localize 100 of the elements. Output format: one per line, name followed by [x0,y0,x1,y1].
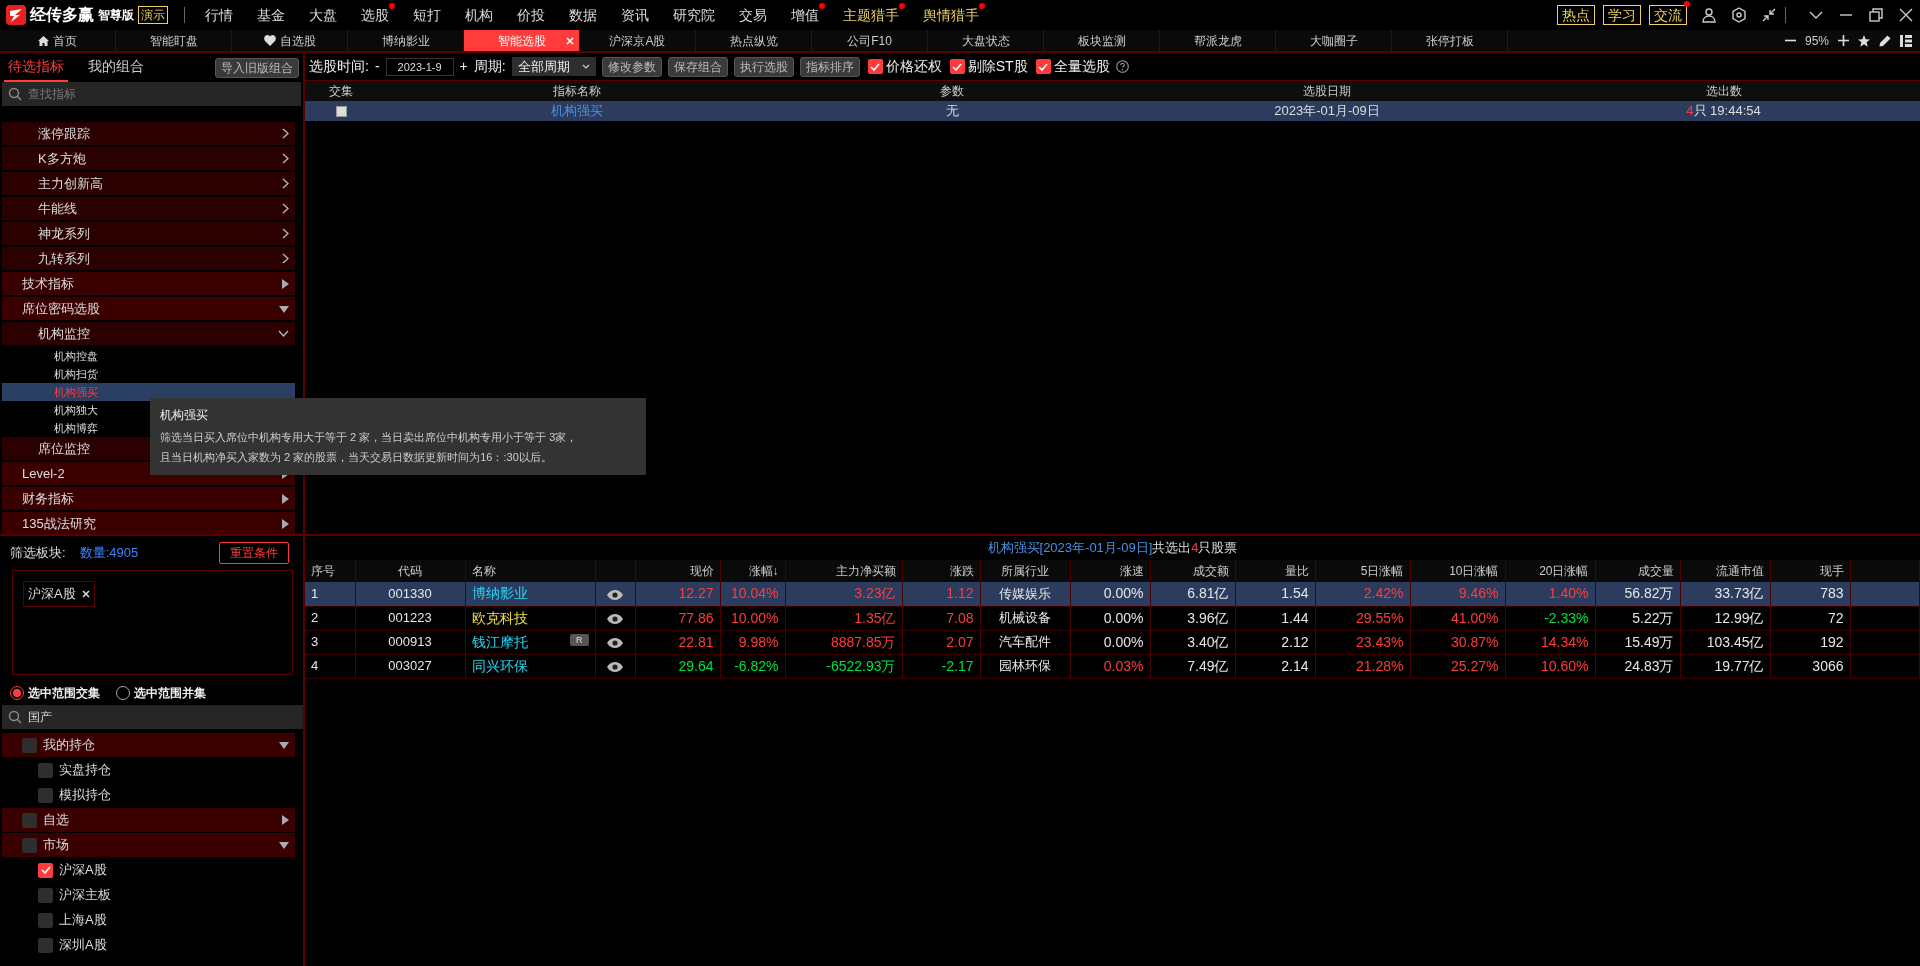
column-header[interactable]: 现手 [1770,560,1850,582]
panel-tab[interactable]: 我的组合 [84,53,148,82]
column-header[interactable]: 20日涨幅 [1505,560,1595,582]
column-header[interactable]: 交集 [305,81,377,101]
decrement-button[interactable]: - [374,56,380,77]
menu-item[interactable]: 舆情猎手 [911,4,991,26]
tree-item[interactable]: 九转系列 [38,248,90,269]
column-header[interactable]: 指标名称 [377,81,777,101]
column-header[interactable]: 选出数 [1527,81,1920,101]
column-header[interactable]: 流通市值 [1680,560,1770,582]
column-header[interactable]: 现价 [635,560,720,582]
checkbox[interactable] [38,887,53,903]
tree-item[interactable]: 机构监控 [38,323,90,344]
checkbox[interactable] [38,937,53,953]
settings-icon[interactable] [1731,7,1747,23]
tab[interactable]: 智能盯盘 [116,30,232,51]
checkbox[interactable] [949,59,965,74]
reset-button[interactable]: 重置条件 [219,542,289,564]
tree-item[interactable]: 技术指标 [22,273,74,294]
tab[interactable]: 帮派龙虎 [1160,30,1276,51]
stock-name[interactable]: 同兴环保 [471,657,528,674]
tree-item[interactable]: 席位监控 [38,438,90,459]
menu-item[interactable]: 价投 [505,4,557,26]
column-header[interactable]: 代码 [355,560,465,582]
search-field[interactable]: 查找指标 [2,82,301,106]
tab[interactable]: 张停打板 [1392,30,1508,51]
eye-icon[interactable] [607,637,623,648]
column-header[interactable]: 涨幅↓ [720,560,785,582]
checkbox[interactable] [38,762,53,778]
stock-name[interactable]: 欧克科技 [471,609,528,626]
menu-item[interactable]: 研究院 [661,4,727,26]
menu-item[interactable]: 行情 [193,4,245,26]
menu-item[interactable]: 选股 [349,4,401,26]
tree-item[interactable]: Level-2 [22,463,65,484]
group-label[interactable]: 我的持仓 [43,735,95,755]
column-header[interactable]: 5日涨幅 [1315,560,1410,582]
toolbar-button[interactable]: 修改参数 [601,56,662,77]
checkbox[interactable] [22,737,37,753]
menu-item[interactable]: 增值 [779,4,831,26]
toolbar-button[interactable]: 指标排序 [799,56,860,77]
menu-item[interactable]: 交易 [727,4,779,26]
option-label[interactable]: 实盘持仓 [59,760,111,780]
date-field[interactable]: 2023-1-9 [385,57,454,76]
toolbar-button[interactable]: 保存组合 [667,56,728,77]
pencil-icon[interactable] [1879,34,1891,47]
column-header[interactable]: 成交额 [1150,560,1235,582]
column-header[interactable]: 涨速 [1070,560,1150,582]
tab[interactable]: 热点纵览 [696,30,812,51]
tree-item[interactable]: 牛能线 [38,198,77,219]
checkbox[interactable] [22,812,37,828]
option-label[interactable]: 深圳A股 [59,935,107,955]
checkbox[interactable] [22,837,37,853]
remove-icon[interactable] [81,589,90,598]
checkbox[interactable] [38,912,53,928]
tree-item[interactable]: 涨停跟踪 [38,123,90,144]
checkbox[interactable] [867,59,883,74]
column-header[interactable]: 名称 [465,560,595,582]
period-dropdown[interactable]: 全部周期 [511,57,596,76]
column-header[interactable]: 量比 [1235,560,1315,582]
quick-link[interactable]: 学习 [1603,5,1641,25]
column-header[interactable]: 10日涨幅 [1410,560,1505,582]
toolbar-button[interactable]: 执行选股 [733,56,794,77]
eye-icon[interactable] [607,661,623,672]
tab[interactable]: 板块监测 [1044,30,1160,51]
column-header[interactable]: 所属行业 [980,560,1070,582]
zoom-in-icon[interactable] [1838,35,1849,46]
tab[interactable]: 自选股 [232,30,348,51]
tab[interactable]: 沪深京A股 [580,30,696,51]
column-header[interactable]: 主力净买额 [785,560,902,582]
tab[interactable]: 智能选股 [464,30,580,51]
menu-item[interactable]: 机构 [453,4,505,26]
option-label[interactable]: 模拟持仓 [59,785,111,805]
column-header[interactable]: 涨跌 [902,560,980,582]
column-header[interactable]: 序号 [305,560,355,582]
column-header[interactable]: 参数 [777,81,1127,101]
increment-button[interactable]: + [459,56,468,77]
menu-item[interactable]: 大盘 [297,4,349,26]
import-button[interactable]: 导入旧版组合 [215,57,299,78]
group-label[interactable]: 自选 [43,810,69,830]
checkbox[interactable] [335,106,347,118]
star-icon[interactable] [1858,34,1870,47]
menu-item[interactable]: 短打 [401,4,453,26]
eye-icon[interactable] [607,613,623,624]
shrink-icon[interactable] [1761,7,1777,23]
menu-item[interactable]: 资讯 [609,4,661,26]
tab[interactable]: 公司F10 [812,30,928,51]
tree-leaf[interactable]: 机构控盘 [2,347,295,365]
user-icon[interactable] [1701,7,1717,23]
menu-item[interactable]: 基金 [245,4,297,26]
tag-chip[interactable]: 沪深A股 [23,581,95,607]
column-header[interactable]: 成交量 [1595,560,1680,582]
search-field[interactable]: 国产 [2,705,303,729]
option-label[interactable]: 沪深主板 [59,885,111,905]
tree-item[interactable]: K多方炮 [38,148,86,169]
checkbox[interactable] [38,862,53,878]
menu-item[interactable]: 数据 [557,4,609,26]
tab[interactable]: 大盘状态 [928,30,1044,51]
help-icon[interactable] [1115,60,1129,73]
tree-item[interactable]: 财务指标 [22,488,74,509]
layout-icon[interactable] [1900,34,1912,47]
